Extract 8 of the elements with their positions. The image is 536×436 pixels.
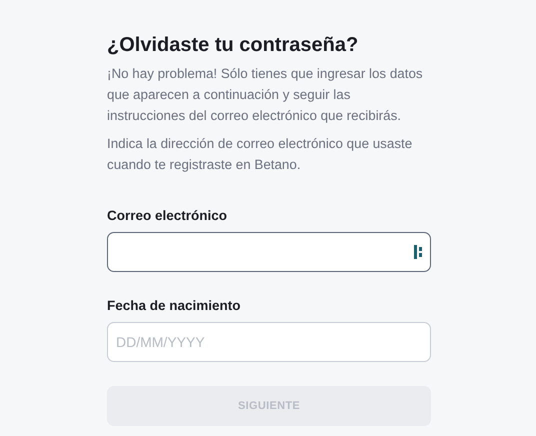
info-text: Indica la dirección de correo electrónico que usaste cuando te registraste en Betano. bbox=[107, 135, 414, 174]
page-title: ¿Olvidaste tu contraseña? bbox=[107, 34, 360, 57]
password-manager-icon[interactable] bbox=[414, 245, 423, 259]
date-field[interactable]: DD/MM/YYYY bbox=[107, 322, 431, 362]
email-field[interactable] bbox=[107, 232, 431, 272]
field-label: Fecha de nacimiento bbox=[107, 298, 242, 313]
field-label: Correo electrónico bbox=[107, 208, 228, 223]
info-text: ¡No hay problema! Sólo tienes que ingresar los datos que aparecen a continuación y seguir las instrucciones del correo electrónico que recibirás. bbox=[107, 65, 424, 125]
